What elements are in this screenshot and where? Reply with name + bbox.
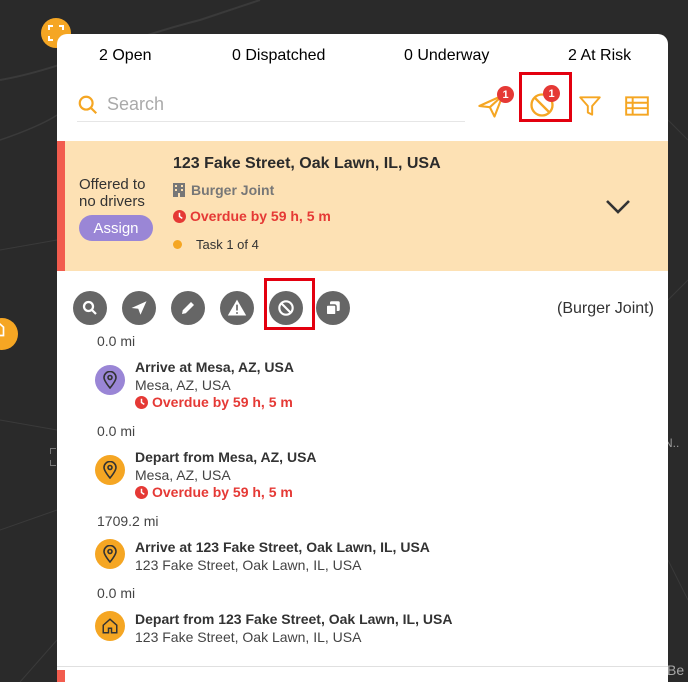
table-icon bbox=[625, 96, 649, 116]
stop-subtitle: Mesa, AZ, USA bbox=[135, 377, 231, 393]
merchant-name: Burger Joint bbox=[191, 182, 275, 198]
home-icon bbox=[95, 611, 125, 641]
pin-icon bbox=[95, 539, 125, 569]
search-input[interactable] bbox=[107, 94, 447, 115]
stop-title: Depart from Mesa, AZ, USA bbox=[135, 449, 317, 465]
leg-distance: 0.0 mi bbox=[97, 423, 136, 439]
clock-icon bbox=[135, 485, 148, 499]
stat-open[interactable]: 2 Open bbox=[99, 47, 151, 65]
task-merchant: Burger Joint bbox=[173, 182, 274, 198]
status-dot bbox=[173, 240, 182, 249]
stop-overdue: Overdue by 59 h, 5 m bbox=[135, 394, 293, 410]
actions-merchant-label: (Burger Joint) bbox=[557, 300, 654, 317]
task-count-text: Task 1 of 4 bbox=[196, 237, 259, 252]
chevron-down-icon[interactable] bbox=[603, 191, 633, 221]
clock-icon bbox=[173, 209, 186, 223]
pin-icon bbox=[95, 455, 125, 485]
task-card[interactable]: Offered to no drivers Assign 123 Fake St… bbox=[57, 141, 668, 271]
filter-icon bbox=[579, 96, 601, 116]
warning-action-button[interactable] bbox=[220, 291, 254, 325]
stat-dispatched[interactable]: 0 Dispatched bbox=[232, 47, 325, 65]
blocked-badge: 1 bbox=[543, 85, 560, 102]
task-progress: Task 1 of 4 bbox=[173, 237, 259, 252]
leg-distance: 1709.2 mi bbox=[97, 513, 159, 529]
dispatch-button[interactable]: 1 bbox=[473, 86, 514, 124]
stop-subtitle: 123 Fake Street, Oak Lawn, IL, USA bbox=[135, 557, 362, 573]
task-overdue: Overdue by 59 h, 5 m bbox=[173, 208, 331, 224]
leg-distance: 0.0 mi bbox=[97, 333, 136, 349]
overdue-text: Overdue by 59 h, 5 m bbox=[190, 208, 331, 224]
map-marker-corner bbox=[50, 460, 56, 466]
map-marker-corner bbox=[50, 448, 56, 454]
filter-button[interactable] bbox=[572, 88, 608, 124]
divider bbox=[57, 666, 668, 667]
overdue-text: Overdue by 59 h, 5 m bbox=[152, 394, 293, 410]
at-risk-stripe bbox=[57, 141, 65, 271]
block-action-button[interactable] bbox=[269, 291, 303, 325]
block-icon bbox=[278, 300, 294, 316]
copy-action-button[interactable] bbox=[316, 291, 350, 325]
offer-status-line: Offered to bbox=[79, 176, 146, 193]
send-action-button[interactable] bbox=[122, 291, 156, 325]
warning-icon bbox=[227, 299, 247, 316]
stop-subtitle: Mesa, AZ, USA bbox=[135, 467, 231, 483]
stop-title: Depart from 123 Fake Street, Oak Lawn, I… bbox=[135, 611, 453, 627]
stop-title: Arrive at 123 Fake Street, Oak Lawn, IL,… bbox=[135, 539, 430, 555]
search-icon bbox=[78, 95, 98, 114]
dispatch-badge: 1 bbox=[497, 86, 514, 103]
map-label: Be bbox=[667, 662, 685, 678]
search-icon bbox=[82, 300, 97, 315]
copy-icon bbox=[325, 301, 340, 316]
building-icon bbox=[173, 183, 185, 197]
dispatch-panel: 2 Open 0 Dispatched 0 Underway 2 At Risk… bbox=[57, 34, 668, 682]
offer-status: Offered to no drivers bbox=[79, 176, 145, 210]
blocked-tasks-button[interactable]: 1 bbox=[524, 85, 560, 123]
stop-overdue: Overdue by 59 h, 5 m bbox=[135, 484, 293, 500]
leg-distance: 0.0 mi bbox=[97, 585, 136, 601]
pin-icon bbox=[95, 365, 125, 395]
stat-underway[interactable]: 0 Underway bbox=[404, 47, 489, 65]
task-address: 123 Fake Street, Oak Lawn, IL, USA bbox=[173, 155, 441, 172]
stop-subtitle: 123 Fake Street, Oak Lawn, IL, USA bbox=[135, 629, 362, 645]
search-action-button[interactable] bbox=[73, 291, 107, 325]
assign-button[interactable]: Assign bbox=[79, 215, 153, 241]
next-task-stripe bbox=[57, 670, 65, 682]
send-icon bbox=[131, 301, 147, 315]
offer-status-line: no drivers bbox=[79, 193, 145, 210]
stop-title: Arrive at Mesa, AZ, USA bbox=[135, 359, 294, 375]
edit-action-button[interactable] bbox=[171, 291, 205, 325]
table-view-button[interactable] bbox=[619, 88, 655, 124]
edit-icon bbox=[182, 302, 194, 314]
search-bar bbox=[77, 88, 465, 122]
clock-icon bbox=[135, 395, 148, 409]
stat-at-risk[interactable]: 2 At Risk bbox=[568, 47, 631, 65]
overdue-text: Overdue by 59 h, 5 m bbox=[152, 484, 293, 500]
